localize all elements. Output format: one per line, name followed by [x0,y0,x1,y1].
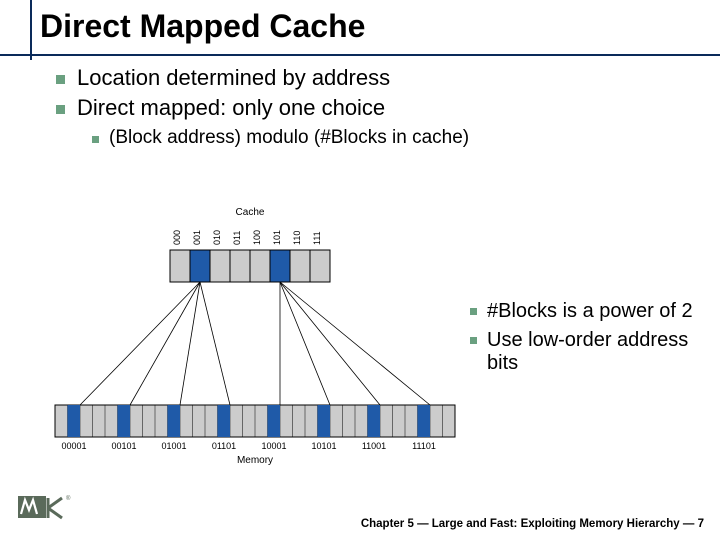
square-bullet-icon [56,105,65,114]
cache-cell-highlight [270,250,290,282]
cache-index-label: 001 [192,230,202,245]
memory-address-label: 11001 [362,441,386,451]
cache-index-label: 111 [312,231,322,245]
memory-address-label: 10101 [311,441,336,451]
bullet-item: Location determined by address [56,65,700,91]
memory-row [55,405,455,437]
bullet-text: Use low-order address bits [487,329,700,375]
title-vertical-rule [30,0,32,60]
cache-index-label: 010 [212,230,222,245]
cache-index-label: 110 [292,231,302,245]
cache-title: Cache [236,207,265,218]
content-area: Location determined by address Direct ma… [0,45,720,149]
bullet-text: Direct mapped: only one choice [77,95,385,121]
memory-address-label: 01001 [161,441,186,451]
memory-address-label: 11101 [412,441,436,451]
cache-cell [250,250,270,282]
square-bullet-icon [56,75,65,84]
square-bullet-icon [470,308,477,315]
cache-index-label: 000 [172,230,182,245]
slide-title: Direct Mapped Cache [40,8,720,45]
memory-cell-highlight [118,405,131,437]
memory-address-label: 01101 [212,441,236,451]
memory-title: Memory [237,455,273,465]
title-container: Direct Mapped Cache [0,0,720,45]
bullet-item: (Block address) modulo (#Blocks in cache… [92,127,700,149]
bullet-list-level1: Location determined by address Direct ma… [56,65,700,121]
cache-cell-highlight [190,250,210,282]
cache-row: 000 001 010 011 100 101 110 111 [170,230,330,282]
cache-cell [230,250,250,282]
bullet-item: Use low-order address bits [470,329,700,375]
memory-address-label: 00101 [111,441,136,451]
memory-cell-highlight [68,405,81,437]
bullet-text: #Blocks is a power of 2 [487,300,693,323]
cache-cell [210,250,230,282]
bullet-item: #Blocks is a power of 2 [470,300,700,323]
mapping-lines [80,282,430,405]
cache-index-label: 101 [272,230,282,245]
memory-address-label: 00001 [61,441,86,451]
cache-cell [310,250,330,282]
right-bullet-list: #Blocks is a power of 2 Use low-order ad… [470,300,700,381]
bullet-list-level2: (Block address) modulo (#Blocks in cache… [92,127,700,149]
slide-footer: Chapter 5 — Large and Fast: Exploiting M… [361,518,704,530]
cache-index-label: 100 [252,230,262,245]
square-bullet-icon [92,136,99,143]
cache-index-label: 011 [232,231,242,245]
svg-text:®: ® [66,495,71,502]
cache-diagram: Cache 000 001 010 011 100 101 110 111 [40,205,460,465]
square-bullet-icon [470,337,477,344]
title-underline [0,54,720,56]
diagram-svg: Cache 000 001 010 011 100 101 110 111 [40,205,460,465]
publisher-logo: ® [18,492,72,522]
bullet-text: (Block address) modulo (#Blocks in cache… [109,127,469,149]
cache-cell [170,250,190,282]
memory-cell-highlight [168,405,181,437]
bullet-item: Direct mapped: only one choice [56,95,700,121]
memory-address-label: 10001 [261,441,286,451]
memory-cell-highlight [368,405,381,437]
memory-cell-highlight [218,405,231,437]
cache-cell [290,250,310,282]
bullet-text: Location determined by address [77,65,390,91]
memory-cell-highlight [268,405,281,437]
memory-cell-highlight [418,405,431,437]
memory-cell-highlight [318,405,331,437]
